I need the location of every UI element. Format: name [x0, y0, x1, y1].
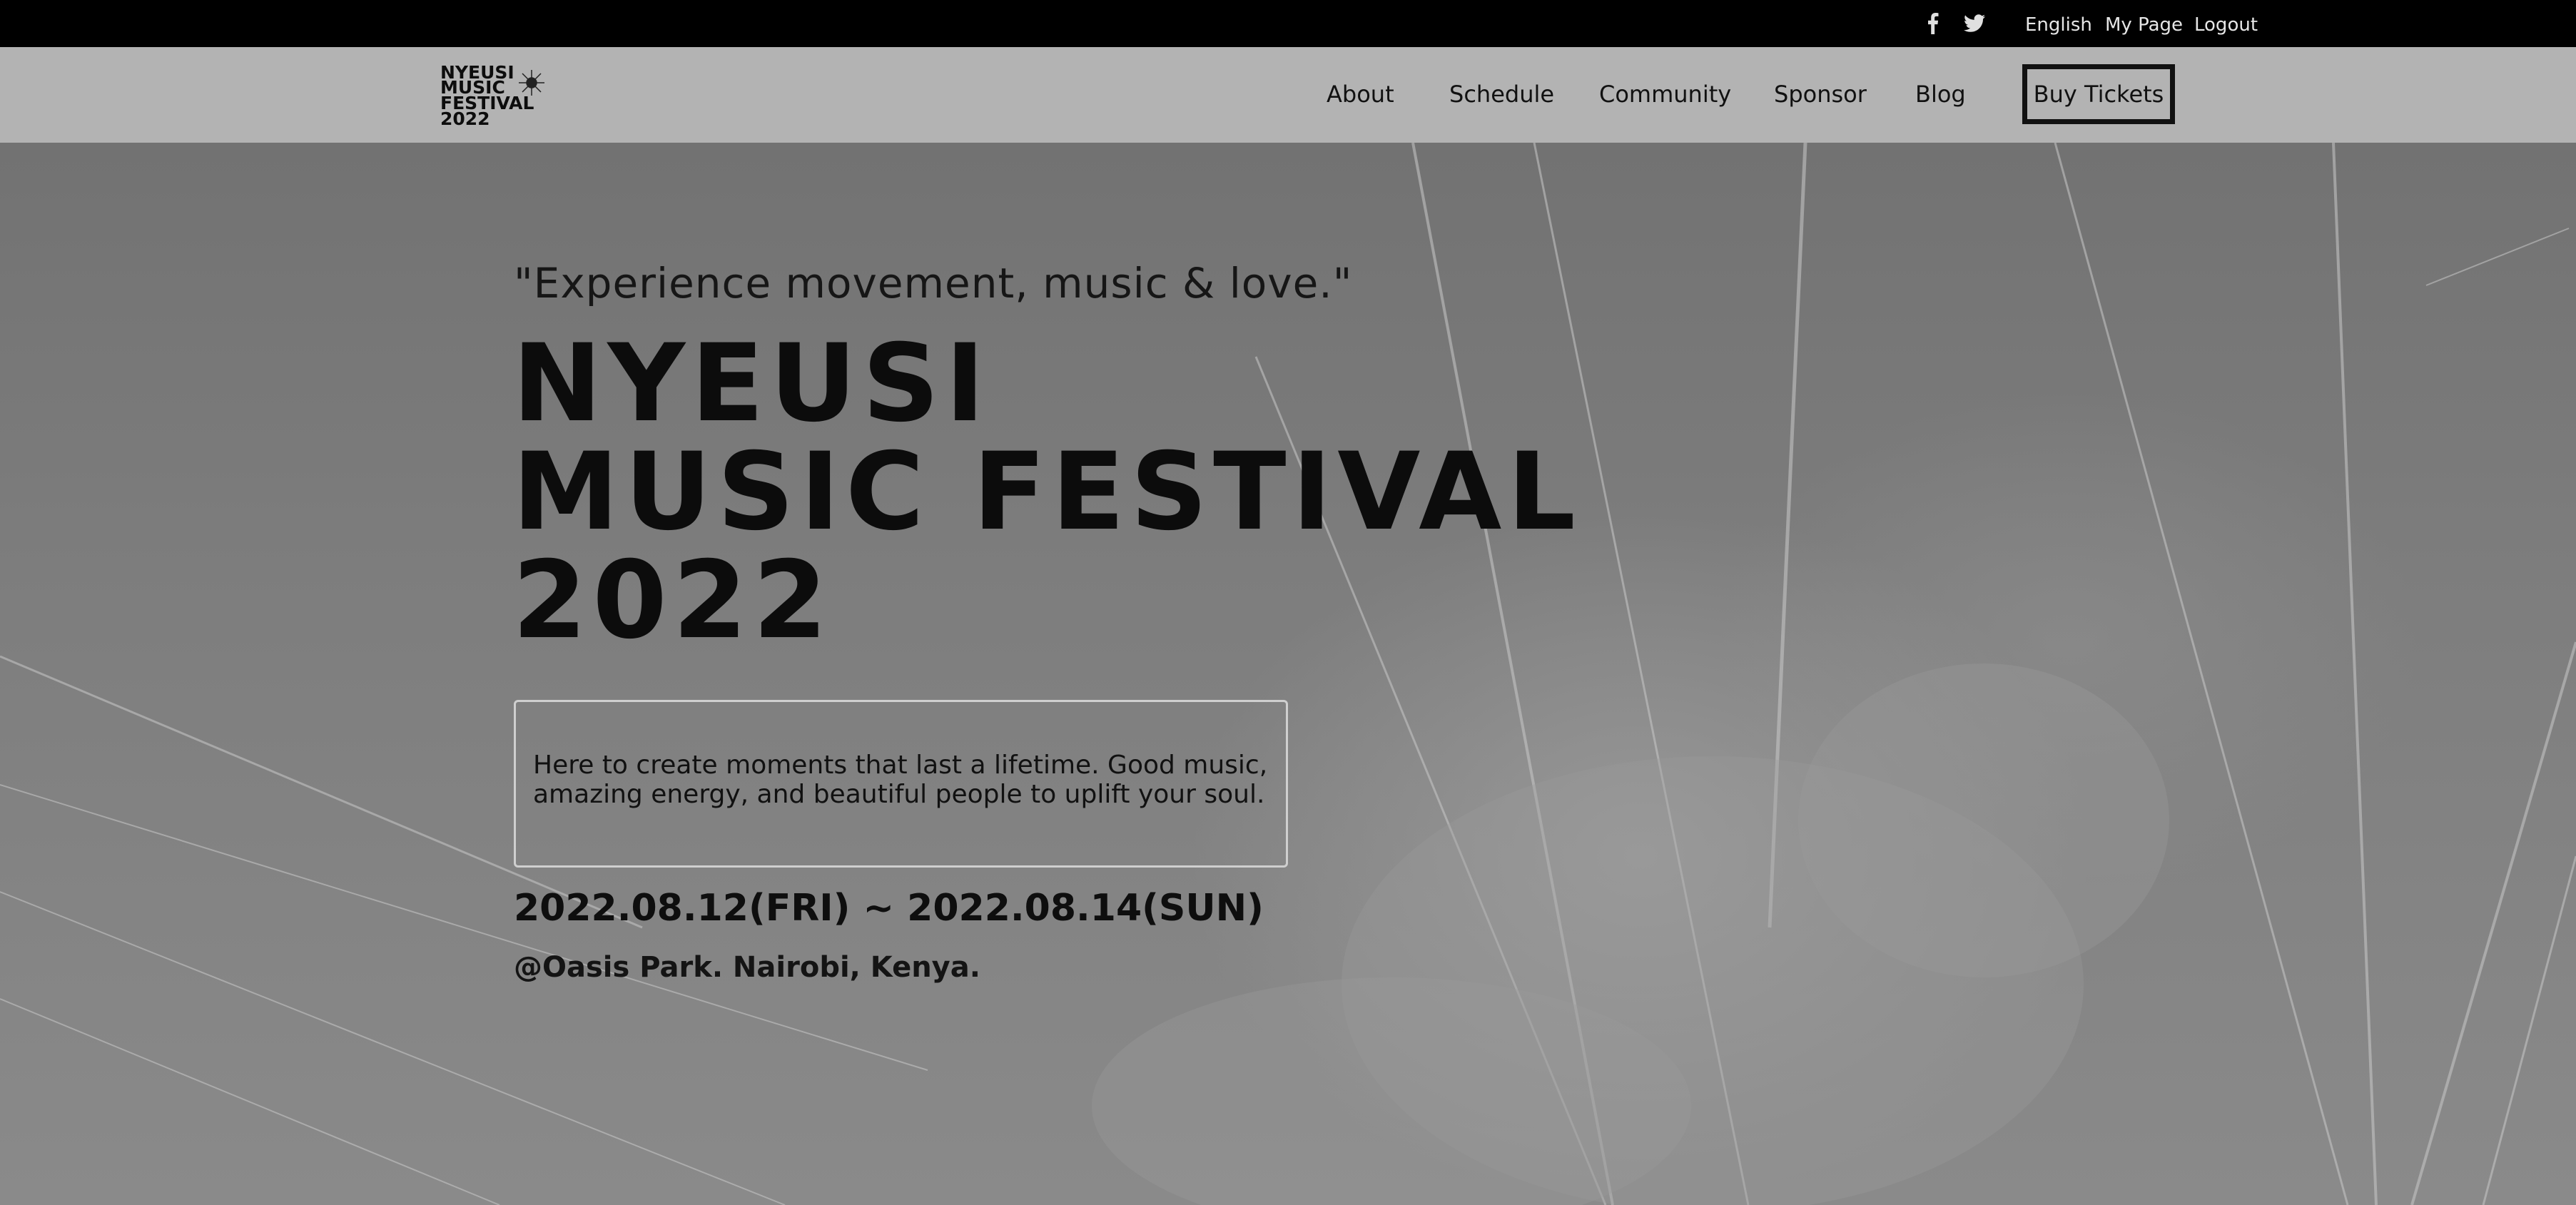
nav-schedule[interactable]: Schedule: [1449, 80, 1554, 108]
twitter-icon[interactable]: [1964, 11, 1985, 36]
hero-description: Here to create moments that last a lifet…: [533, 751, 1268, 809]
nav-sponsor[interactable]: Sponsor: [1774, 80, 1867, 108]
logout-link[interactable]: Logout: [2194, 14, 2258, 36]
festival-dates: 2022.08.12(FRI) ~ 2022.08.14(SUN): [514, 887, 1264, 930]
my-page-link[interactable]: My Page: [2105, 14, 2183, 36]
facebook-icon[interactable]: [1924, 11, 1942, 36]
nav-community[interactable]: Community: [1599, 80, 1731, 108]
nav-blog[interactable]: Blog: [1915, 80, 1966, 108]
language-link[interactable]: English: [2025, 14, 2092, 36]
hero-title-line-3: 2022: [512, 539, 833, 663]
nav-about[interactable]: About: [1327, 80, 1394, 108]
hero-section: "Experience movement, music & love." NYE…: [0, 143, 2576, 1205]
logo-line-4: 2022: [440, 108, 490, 129]
logo-burst-icon: [519, 70, 544, 96]
top-utility-bar: English My Page Logout: [0, 0, 2576, 47]
hero-title-line-1: NYEUSI: [512, 322, 991, 446]
hero-description-box: Here to create moments that last a lifet…: [514, 700, 1288, 868]
hero-title: NYEUSI MUSIC FESTIVAL 2022: [512, 330, 1581, 655]
buy-tickets-button[interactable]: Buy Tickets: [2022, 64, 2175, 124]
festival-venue: @Oasis Park. Nairobi, Kenya.: [514, 951, 980, 984]
festival-logo[interactable]: NYEUSI MUSIC FESTIVAL 2022: [440, 63, 554, 131]
hero-tagline: "Experience movement, music & love.": [514, 259, 1353, 307]
hero-title-line-2: MUSIC FESTIVAL: [512, 430, 1581, 554]
main-navbar: [0, 47, 2576, 143]
